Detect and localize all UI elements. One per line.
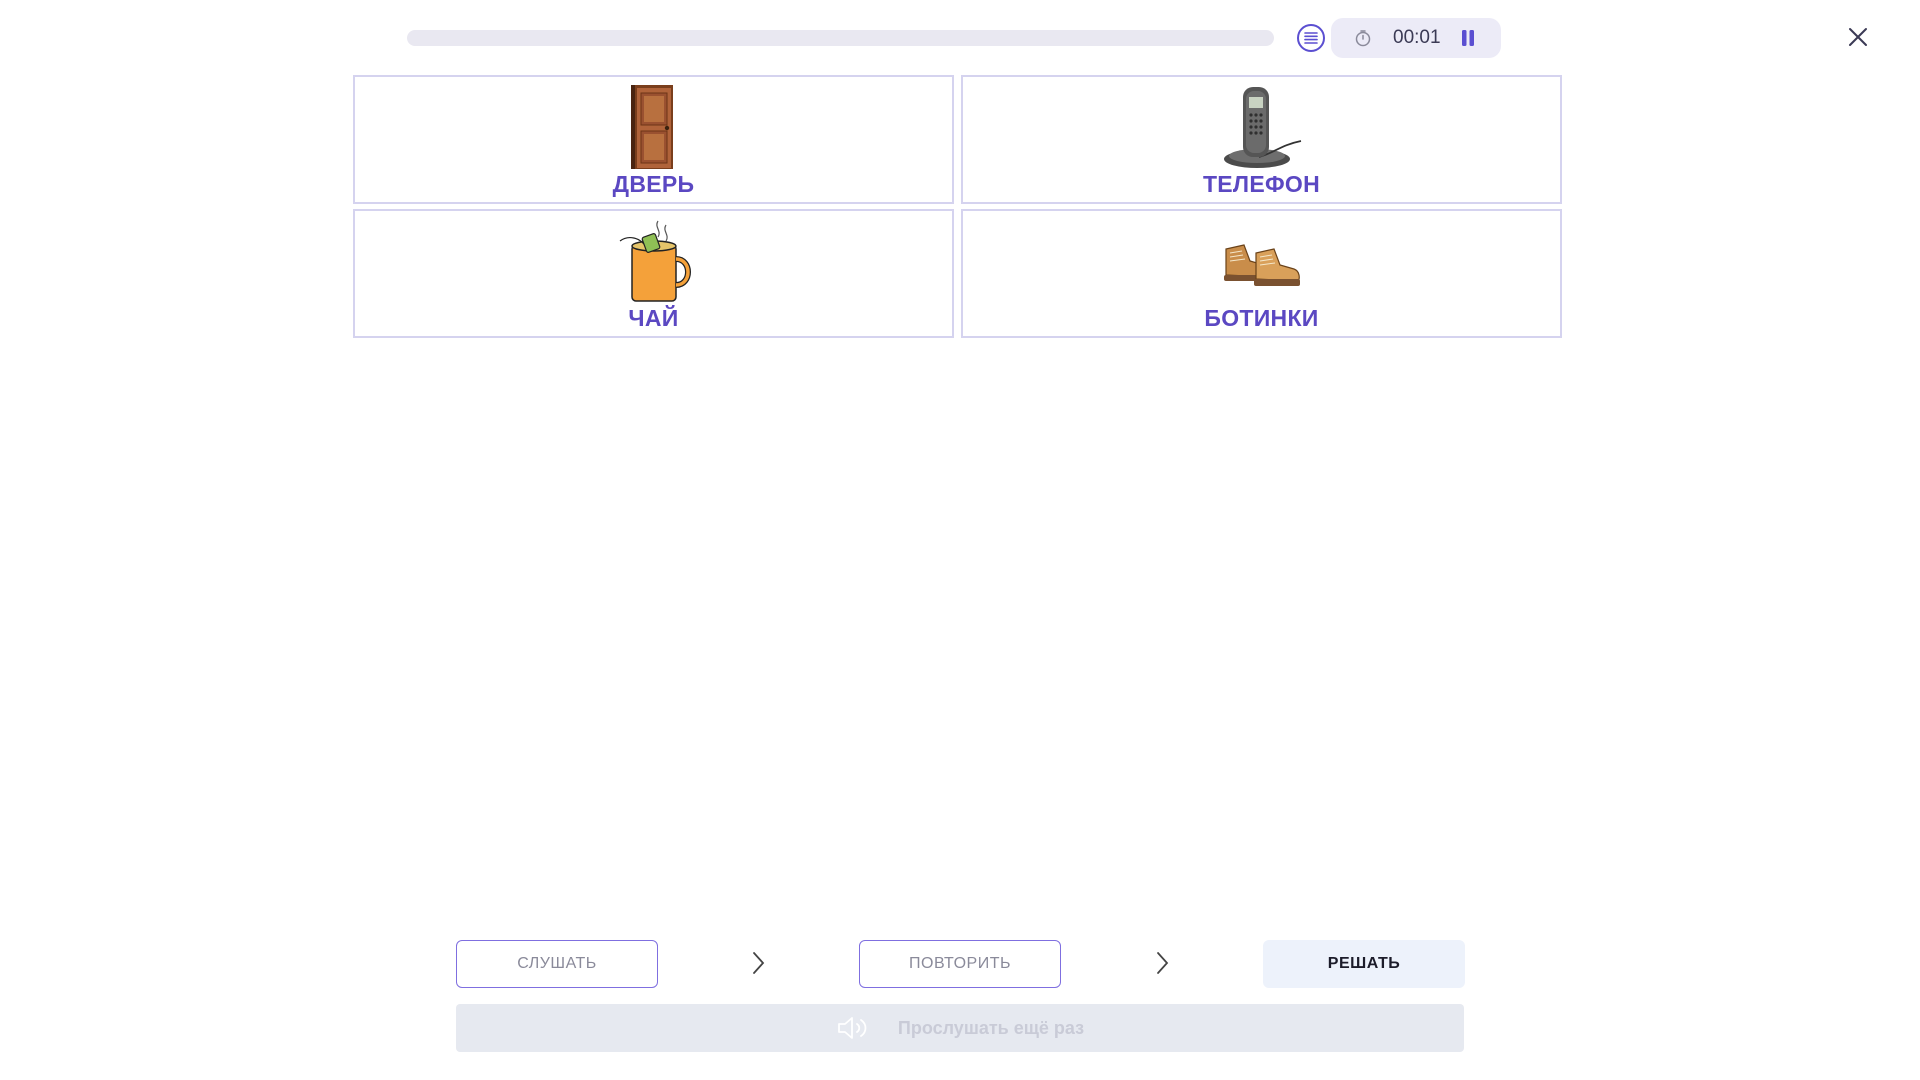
timer-value: 00:01 [1393,27,1441,48]
answer-card-boots[interactable]: БОТИНКИ [961,209,1562,338]
speaker-icon [838,1017,867,1039]
card-label: ЧАЙ [628,305,679,331]
chevron-right-icon [1157,952,1169,974]
replay-label: Прослушать ещё раз [897,1017,1085,1038]
list-icon[interactable] [1297,24,1325,52]
answer-card-tea[interactable]: ЧАЙ [353,209,954,338]
card-label: ДВЕРЬ [612,171,695,197]
repeat-button[interactable]: ПОВТОРИТЬ [859,940,1061,988]
replay-audio-button[interactable]: Прослушать ещё раз [456,1004,1464,1052]
timer: 00:01 [1331,18,1501,58]
solve-button[interactable]: РЕШАТЬ [1263,940,1465,988]
door-image [630,85,673,169]
answer-card-phone[interactable]: ТЕЛЕФОН [961,75,1562,204]
card-label: ТЕЛЕФОН [1202,171,1321,197]
listen-button[interactable]: СЛУШАТЬ [456,940,658,988]
card-label: БОТИНКИ [1204,305,1319,331]
progress-bar [407,30,1274,46]
pause-icon[interactable] [1459,29,1477,47]
close-icon[interactable] [1847,26,1869,48]
cordless-phone-image [1223,87,1301,168]
tea-mug-image [619,220,691,302]
boots-image [1223,244,1300,286]
chevron-right-icon [753,952,765,974]
answer-card-door[interactable]: ДВЕРЬ [353,75,954,204]
stopwatch-icon [1355,30,1371,47]
